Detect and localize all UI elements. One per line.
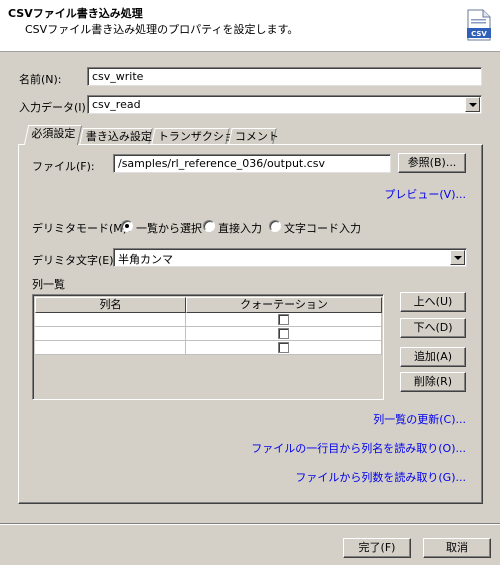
cancel-button[interactable]: 取消 <box>423 538 491 558</box>
dialog-title: CSVファイル書き込み処理 <box>8 7 143 20</box>
radio-direct-input-label[interactable]: 直接入力 <box>218 220 262 236</box>
radio-select-from-list[interactable] <box>121 220 133 232</box>
quotation-checkbox[interactable] <box>278 314 289 325</box>
tab-comment[interactable]: コメント <box>228 128 279 144</box>
tab-required-label: 必須設定 <box>31 127 76 140</box>
input-data-select[interactable]: csv_read <box>87 95 482 114</box>
footer-separator <box>0 523 500 525</box>
table-row[interactable] <box>35 327 382 341</box>
tab-comment-label: コメント <box>234 130 279 143</box>
refresh-columns-link[interactable]: 列一覧の更新(C)... <box>240 411 466 427</box>
chevron-down-icon[interactable] <box>465 97 480 112</box>
table-cell-quotation[interactable] <box>186 341 382 355</box>
tab-required[interactable]: 必須設定 <box>23 125 83 145</box>
tab-write-settings[interactable]: 書き込み設定 <box>79 128 153 144</box>
preview-link[interactable]: プレビュー(V)... <box>330 186 466 202</box>
column-header-quotation[interactable]: クォーテーション <box>186 297 382 313</box>
move-up-button[interactable]: 上へ(U) <box>400 292 466 312</box>
name-input[interactable]: csv_write <box>87 67 482 86</box>
dialog-description: CSVファイル書き込み処理のプロパティを設定します。 <box>25 23 299 36</box>
radio-char-code-input-label[interactable]: 文字コード入力 <box>284 220 361 236</box>
file-label: ファイル(F): <box>32 160 95 173</box>
read-header-line-link[interactable]: ファイルの一行目から列名を読み取り(O)... <box>200 440 466 456</box>
name-label: 名前(N): <box>19 73 62 86</box>
dialog-header: CSVファイル書き込み処理 CSVファイル書き込み処理のプロパティを設定します。… <box>0 0 500 52</box>
radio-direct-input[interactable] <box>203 220 215 232</box>
finish-button[interactable]: 完了(F) <box>343 538 411 558</box>
move-down-button[interactable]: 下へ(D) <box>400 318 466 338</box>
quotation-checkbox[interactable] <box>278 342 289 353</box>
table-cell-quotation[interactable] <box>186 313 382 327</box>
input-data-value: csv_read <box>92 98 141 111</box>
chevron-down-icon[interactable] <box>450 250 465 265</box>
table-cell-quotation[interactable] <box>186 327 382 341</box>
quotation-checkbox[interactable] <box>278 328 289 339</box>
csv-icon-text: CSV <box>471 30 487 38</box>
input-data-label: 入力データ(I): <box>19 101 90 114</box>
table-cell-name[interactable] <box>35 327 186 341</box>
tab-transaction[interactable]: トランザクション <box>151 128 246 144</box>
column-table[interactable]: 列名 クォーテーション <box>32 294 384 400</box>
add-button[interactable]: 追加(A) <box>400 347 466 367</box>
table-row[interactable] <box>35 341 382 355</box>
table-row[interactable] <box>35 313 382 327</box>
browse-button[interactable]: 参照(B)... <box>398 153 466 173</box>
column-header-name[interactable]: 列名 <box>35 297 186 313</box>
delimiter-char-select[interactable]: 半角カンマ <box>113 248 467 267</box>
radio-select-from-list-label[interactable]: 一覧から選択 <box>136 220 202 236</box>
delimiter-char-value: 半角カンマ <box>118 253 173 266</box>
table-cell-name[interactable] <box>35 341 186 355</box>
table-cell-name[interactable] <box>35 313 186 327</box>
delimiter-mode-label: デリミタモード(M): <box>32 222 131 235</box>
column-list-label: 列一覧 <box>32 278 65 291</box>
csv-file-icon: CSV <box>466 9 492 41</box>
read-column-count-link[interactable]: ファイルから列数を読み取り(G)... <box>240 469 466 485</box>
tab-write-settings-label: 書き込み設定 <box>85 130 152 143</box>
file-path-input[interactable]: /samples/rl_reference_036/output.csv <box>113 154 391 173</box>
delimiter-char-label: デリミタ文字(E): <box>32 254 118 267</box>
delete-button[interactable]: 削除(R) <box>400 372 466 392</box>
radio-char-code-input[interactable] <box>269 220 281 232</box>
